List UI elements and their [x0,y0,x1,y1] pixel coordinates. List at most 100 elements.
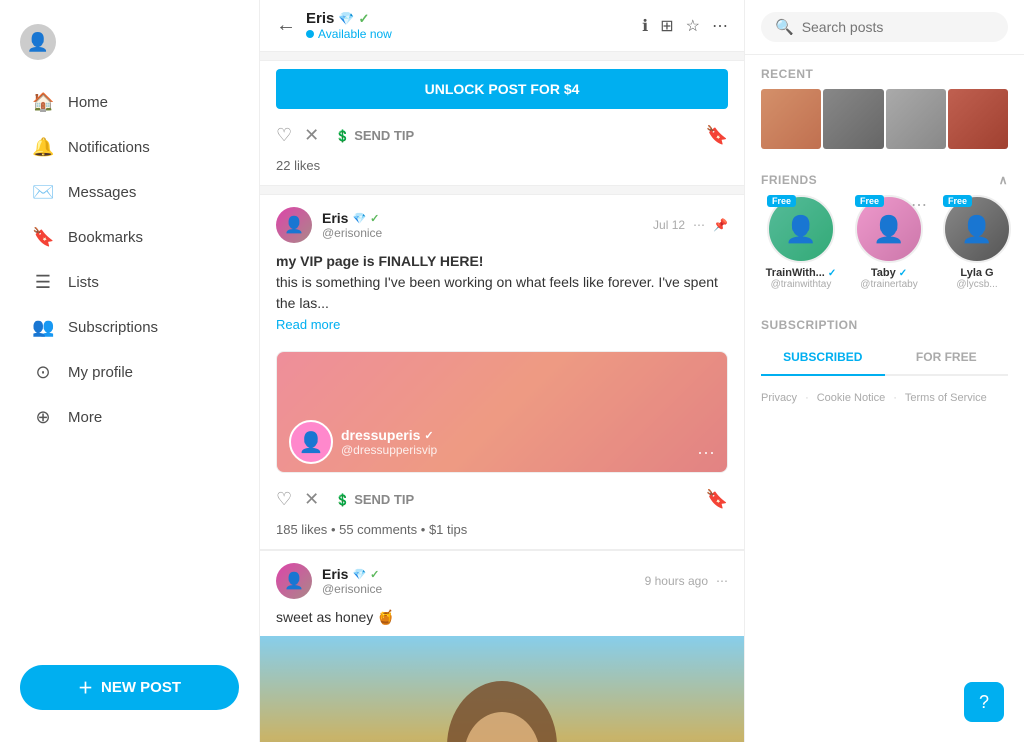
footer-links: Privacy · Cookie Notice · Terms of Servi… [745,376,1024,420]
vip-send-tip-button[interactable]: 💲 SEND TIP [335,492,414,507]
profile-name-block: Eris 💎 ✓ Available now [306,10,392,41]
friend-verified-1: ✓ [899,268,907,279]
right-sidebar: 🔍 RECENT FRIENDS ∧ 👤 Free TrainWith... ✓… [744,0,1024,742]
more-actions-icon[interactable]: ⋯ [712,16,728,36]
friend-more-button-1[interactable]: ⋯ [911,195,927,215]
tip-dollar-icon: 💲 [335,129,350,143]
new-post-label: NEW POST [101,679,181,696]
sidebar-item-label: Notifications [68,139,150,156]
plus-icon: ＋ [78,677,93,698]
back-button[interactable]: ← [276,14,296,37]
profile-header-actions: ℹ ⊞ ☆ ⋯ [642,16,728,36]
sidebar-item-bookmarks[interactable]: 🔖 Bookmarks [8,215,251,260]
search-input-wrap: 🔍 [761,12,1008,42]
honey-post-user: 👤 Eris 💎 ✓ @erisonice [276,563,382,599]
post-more-icon[interactable]: ⋯ [693,218,705,232]
honey-handle: @erisonice [322,582,382,596]
creator-handle: @dressupperisvip [341,443,437,457]
read-more-link[interactable]: Read more [276,317,340,332]
friend-verified-0: ✓ [828,268,836,279]
more-icon: ⊕ [32,407,54,428]
star-icon[interactable]: ☆ [686,16,700,36]
info-icon[interactable]: ℹ [642,16,648,36]
online-dot [306,30,314,38]
search-bar: 🔍 [745,0,1024,55]
sidebar-item-notifications[interactable]: 🔔 Notifications [8,125,251,170]
feed: UNLOCK POST FOR $4 ♡ ✕ 💲 SEND TIP 🔖 22 l… [260,52,744,742]
post-meta: Jul 12 ⋯ 📌 [653,218,728,232]
honey-user-info: Eris 💎 ✓ @erisonice [322,566,382,596]
sidebar-nav: 🏠 Home 🔔 Notifications ✉️ Messages 🔖 Boo… [0,80,259,649]
sidebar-item-lists[interactable]: ☰ Lists [8,260,251,305]
creator-cover: 👤 dressuperis ✓ @dressupperisvip ⋯ [277,352,727,472]
tos-link[interactable]: Terms of Service [905,392,987,404]
main-content: ← Eris 💎 ✓ Available now ℹ ⊞ ☆ ⋯ [260,0,744,742]
help-button[interactable]: ? [964,682,1004,722]
vip-dislike-button[interactable]: ✕ [304,489,319,510]
post-stats: 22 likes [260,154,744,185]
sidebar-item-label: More [68,409,102,426]
sidebar-item-more[interactable]: ⊕ More [8,395,251,440]
collapse-icon[interactable]: ∧ [999,173,1008,187]
profile-header-left: ← Eris 💎 ✓ Available now [276,10,392,41]
recent-thumb-2[interactable] [823,89,883,149]
profile-name: Eris 💎 ✓ [306,10,392,27]
profile-icon: ⊙ [32,362,54,383]
sidebar-logo: 👤 [0,16,259,80]
user-avatar[interactable]: 👤 [20,24,56,60]
square-icon[interactable]: ⊞ [660,16,673,36]
friend-avatar-wrap-0: 👤 Free [767,195,835,263]
vip-post-stats: 185 likes • 55 comments • $1 tips [260,518,744,549]
vip-bookmark-button[interactable]: 🔖 [706,489,728,510]
recent-thumb-4[interactable] [948,89,1008,149]
left-sidebar: 👤 🏠 Home 🔔 Notifications ✉️ Messages 🔖 B… [0,0,260,742]
search-input[interactable] [802,19,994,35]
creator-info: 👤 dressuperis ✓ @dressupperisvip [289,420,437,464]
post-user: 👤 Eris 💎 ✓ @erisonice [276,207,382,243]
sidebar-item-label: Home [68,94,108,111]
vip-post-actions: ♡ ✕ 💲 SEND TIP 🔖 [260,481,744,518]
honey-post-avatar: 👤 [276,563,312,599]
creator-verified-icon: ✓ [424,429,433,442]
sidebar-item-label: Bookmarks [68,229,143,246]
friends-grid: 👤 Free TrainWith... ✓ @trainwithtay 👤 Fr… [745,195,1024,306]
honey-more-icon[interactable]: ⋯ [716,574,728,588]
creator-avatar: 👤 [289,420,333,464]
creator-card: 👤 dressuperis ✓ @dressupperisvip ⋯ [276,351,728,473]
post-username: Eris 💎 ✓ [322,210,382,226]
friend-free-badge-0: Free [767,195,796,207]
creator-more-icon[interactable]: ⋯ [697,443,715,464]
recent-thumb-1[interactable] [761,89,821,149]
privacy-link[interactable]: Privacy [761,392,797,404]
send-tip-button[interactable]: 💲 SEND TIP [335,128,414,143]
recent-thumb-3[interactable] [886,89,946,149]
post-actions: ♡ ✕ 💲 SEND TIP 🔖 [260,117,744,154]
subscriptions-icon: 👥 [32,317,54,338]
honey-post-body: sweet as honey 🍯 [260,607,744,636]
friend-free-badge-2: Free [943,195,972,207]
friends-section-title: FRIENDS ∧ [745,161,1024,195]
sidebar-item-profile[interactable]: ⊙ My profile [8,350,251,395]
friend-name-2: Lyla G [937,267,1017,279]
search-icon: 🔍 [775,18,794,36]
like-button[interactable]: ♡ [276,125,292,146]
cookie-link[interactable]: Cookie Notice [817,392,885,404]
post-verified-diamond: 💎 [352,212,366,225]
friend-avatar-wrap-1: 👤 Free ⋯ [855,195,923,263]
recent-section-title: RECENT [745,55,1024,89]
honey-username: Eris 💎 ✓ [322,566,382,582]
bookmark-button[interactable]: 🔖 [706,125,728,146]
post-verified-check: ✓ [370,212,379,225]
home-icon: 🏠 [32,92,54,113]
sidebar-item-subscriptions[interactable]: 👥 Subscriptions [8,305,251,350]
new-post-button[interactable]: ＋ NEW POST [20,665,239,710]
sidebar-item-messages[interactable]: ✉️ Messages [8,170,251,215]
sidebar-item-home[interactable]: 🏠 Home [8,80,251,125]
subscribed-tab[interactable]: SUBSCRIBED [761,340,885,376]
sidebar-item-label: Messages [68,184,136,201]
for-free-tab[interactable]: FOR FREE [885,340,1009,374]
unlock-button[interactable]: UNLOCK POST FOR $4 [276,69,728,109]
lists-icon: ☰ [32,272,54,293]
dislike-button[interactable]: ✕ [304,125,319,146]
vip-like-button[interactable]: ♡ [276,489,292,510]
